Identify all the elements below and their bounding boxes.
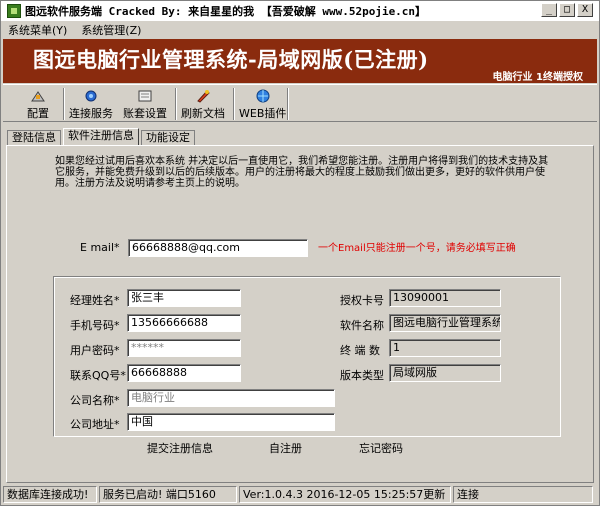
toolbar-connect-button[interactable]: 连接服务 <box>69 87 113 121</box>
account-set-icon <box>138 90 152 102</box>
minimize-button[interactable]: _ <box>541 3 557 17</box>
banner-subtitle: 电脑行业 1终端授权 <box>492 72 583 83</box>
company-label: 公司名称* <box>70 394 120 407</box>
toolbar-label: 刷新文档 <box>181 107 225 120</box>
refresh-doc-icon <box>197 90 210 103</box>
banner: 图远电脑行业管理系统-局域网版(已注册) 电脑行业 1终端授权 <box>3 39 597 83</box>
address-label: 公司地址* <box>70 418 120 431</box>
toolbar-separator <box>63 88 65 120</box>
terminals-label: 终 端 数 <box>340 344 380 357</box>
app-icon <box>7 4 21 18</box>
password-field[interactable]: ****** <box>127 339 241 357</box>
main-window: 图远软件服务端 Cracked By: 来自星星的我 【吾爱破解 www.52p… <box>0 0 600 506</box>
self-register-button[interactable]: 自注册 <box>269 440 302 456</box>
phone-field[interactable]: 13566666688 <box>127 314 241 332</box>
qq-label: 联系QQ号* <box>70 369 126 382</box>
toolbar-refresh-button[interactable]: 刷新文档 <box>181 87 225 121</box>
tab-strip: 登陆信息 软件注册信息 功能设定 <box>7 128 197 146</box>
banner-title: 图远电脑行业管理系统-局域网版(已注册) <box>33 47 429 72</box>
software-field: 图远电脑行业管理系统 <box>389 314 501 332</box>
tab-feature-settings[interactable]: 功能设定 <box>141 130 195 146</box>
license-field: 13090001 <box>389 289 501 307</box>
toolbar-separator <box>287 88 289 120</box>
menu-admin[interactable]: 系统管理(Z) <box>74 22 148 38</box>
web-plugin-icon <box>256 89 270 103</box>
status-version: Ver:1.0.4.3 2016-12-05 15:25:57更新 <box>239 486 451 503</box>
config-icon <box>31 91 45 102</box>
company-field[interactable]: 电脑行业 <box>127 389 335 407</box>
toolbar-label: 连接服务 <box>69 107 113 120</box>
toolbar-separator <box>175 88 177 120</box>
submit-registration-button[interactable]: 提交注册信息 <box>147 440 213 456</box>
manager-name-field[interactable]: 张三丰 <box>127 289 241 307</box>
toolbar-label: 账套设置 <box>123 107 167 120</box>
toolbar-web-button[interactable]: WEB插件 <box>239 87 286 121</box>
forgot-password-button[interactable]: 忘记密码 <box>359 440 403 456</box>
menu-bar: 系统菜单(Y) 系统管理(Z) <box>1 21 599 39</box>
qq-field[interactable]: 66668888 <box>127 364 241 382</box>
tab-register-info[interactable]: 软件注册信息 <box>63 128 139 146</box>
intro-text: 如果您经过试用后喜欢本系统 并决定以后一直使用它，我们希望您能注册。注册用户将得… <box>55 156 549 189</box>
menu-system[interactable]: 系统菜单(Y) <box>1 22 74 38</box>
close-button[interactable]: X <box>577 3 593 17</box>
title-bar[interactable]: 图远软件服务端 Cracked By: 来自星星的我 【吾爱破解 www.52p… <box>1 1 599 21</box>
status-db: 数据库连接成功! <box>3 486 97 503</box>
toolbar-config-button[interactable]: 配置 <box>27 87 49 121</box>
toolbar: 配置 连接服务 账套设置 刷新文档 WEB插件 <box>3 84 597 122</box>
terminals-field: 1 <box>389 339 501 357</box>
email-hint: 一个Email只能注册一个号，请务必填写正确 <box>318 243 516 254</box>
toolbar-label: WEB插件 <box>239 107 287 120</box>
software-label: 软件名称 <box>340 319 384 332</box>
window-controls: _ □ X <box>541 3 593 17</box>
email-field[interactable]: 66668888@qq.com <box>128 239 308 257</box>
license-label: 授权卡号 <box>340 294 384 307</box>
connect-icon <box>85 90 97 102</box>
version-type-field: 局域网版 <box>389 364 501 382</box>
manager-label: 经理姓名* <box>70 294 120 307</box>
maximize-button[interactable]: □ <box>559 3 575 17</box>
status-connection: 连接 <box>453 486 593 503</box>
window-title: 图远软件服务端 Cracked By: 来自星星的我 【吾爱破解 www.52p… <box>25 5 427 18</box>
email-label: E mail* <box>80 241 120 254</box>
toolbar-separator <box>233 88 235 120</box>
version-type-label: 版本类型 <box>340 369 384 382</box>
tab-login-info[interactable]: 登陆信息 <box>7 130 61 146</box>
toolbar-account-button[interactable]: 账套设置 <box>123 87 167 121</box>
toolbar-label: 配置 <box>27 107 49 120</box>
phone-label: 手机号码* <box>70 319 120 332</box>
password-label: 用户密码* <box>70 344 120 357</box>
status-service: 服务已启动! 端口5160 <box>99 486 237 503</box>
address-field[interactable]: 中国 <box>127 413 335 431</box>
status-bar: 数据库连接成功! 服务已启动! 端口5160 Ver:1.0.4.3 2016-… <box>3 486 597 504</box>
